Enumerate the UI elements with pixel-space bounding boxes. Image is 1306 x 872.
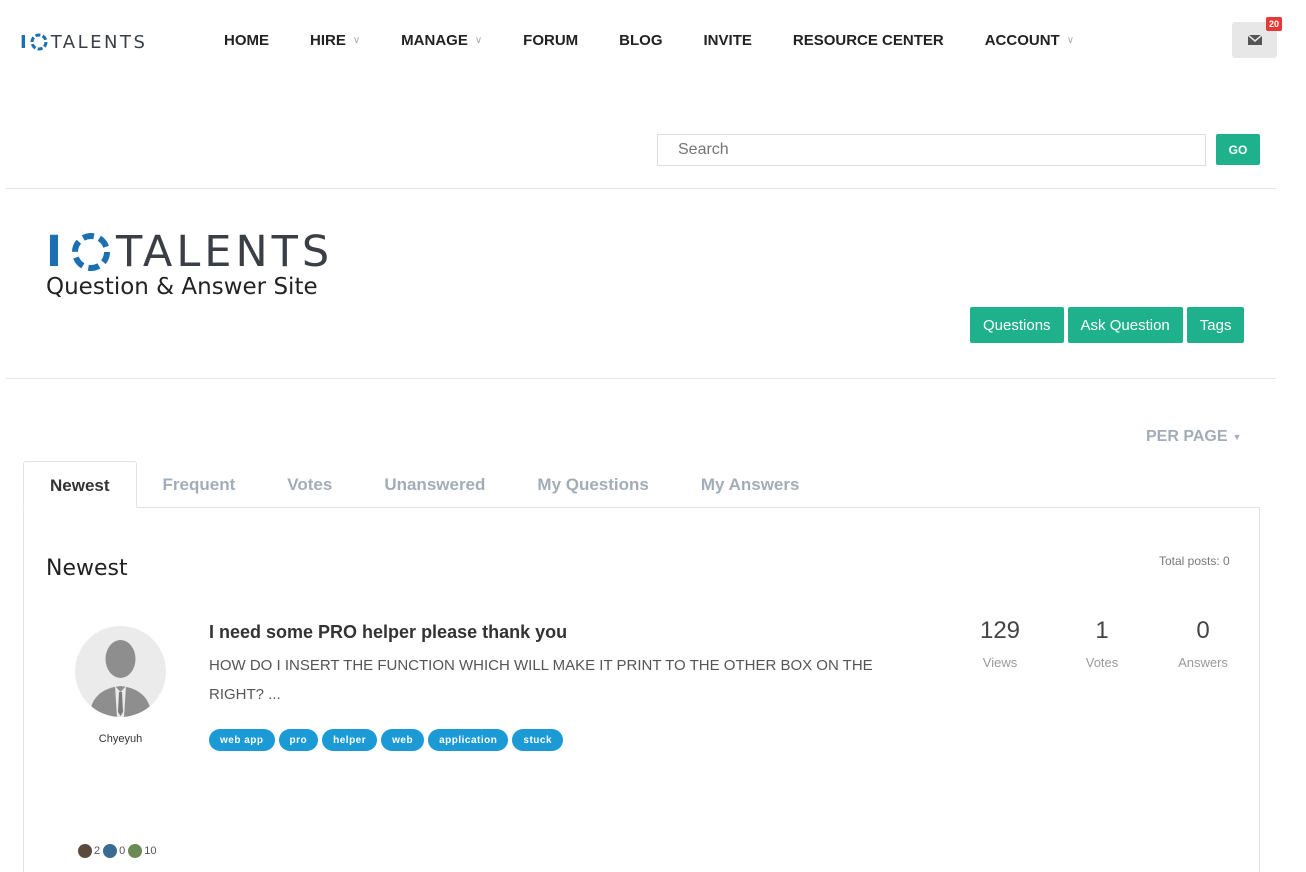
tag[interactable]: web app	[209, 729, 275, 751]
tab-frequent[interactable]: Frequent	[137, 461, 262, 508]
questions-button[interactable]: Questions	[970, 307, 1064, 343]
user-silhouette-icon	[89, 640, 152, 717]
views-count: 129	[979, 617, 1021, 644]
tab-my-answers[interactable]: My Answers	[675, 461, 826, 508]
nav-hire[interactable]: HIRE ∨	[310, 32, 360, 49]
ask-question-button[interactable]: Ask Question	[1067, 307, 1183, 343]
logo-circle-icon	[72, 233, 110, 271]
nav-manage[interactable]: MANAGE ∨	[401, 32, 482, 49]
nav-invite-label: INVITE	[703, 32, 752, 49]
tag[interactable]: helper	[322, 729, 378, 751]
nav-manage-label: MANAGE	[401, 32, 468, 49]
chevron-down-icon: ∨	[1066, 35, 1075, 46]
qa-actions: Questions Ask Question Tags	[970, 307, 1248, 343]
tab-newest[interactable]: Newest	[23, 461, 137, 508]
tag[interactable]: application	[428, 729, 509, 751]
nav-forum-label: FORUM	[523, 32, 579, 49]
divider	[6, 378, 1276, 379]
tags-button[interactable]: Tags	[1186, 307, 1245, 343]
tag[interactable]: stuck	[512, 729, 564, 751]
reputation-badges: 2 0 10	[78, 844, 160, 858]
nav-resource-center-label: RESOURCE CENTER	[792, 32, 944, 49]
avatar[interactable]	[75, 626, 166, 717]
nav-account-label: ACCOUNT	[984, 32, 1060, 49]
message-count-badge: 20	[1266, 17, 1283, 31]
nav-home[interactable]: HOME	[224, 32, 269, 49]
views-label: Views	[982, 655, 1018, 670]
votes-stat: 1 Votes	[1062, 617, 1142, 670]
badge-dot-icon	[103, 844, 118, 858]
author-name[interactable]: Chyeyuh	[60, 733, 181, 745]
nav-invite[interactable]: INVITE	[704, 32, 752, 49]
logo-circle-icon	[30, 33, 48, 51]
brand-logo[interactable]: I TALENTS	[20, 31, 147, 53]
answers-label: Answers	[1178, 655, 1228, 670]
views-stat: 129 Views	[960, 617, 1040, 670]
question-tabs: Newest Frequent Votes Unanswered My Ques…	[23, 461, 825, 508]
post-tags: web app pro helper web application stuck	[209, 729, 567, 751]
qa-logo-i-letter: I	[46, 227, 66, 277]
badge-dot-icon	[128, 844, 143, 858]
tab-unanswered[interactable]: Unanswered	[358, 461, 511, 508]
qa-logo-text: TALENTS	[116, 227, 334, 277]
chevron-down-icon: ∨	[352, 35, 361, 46]
votes-label: Votes	[1085, 655, 1119, 670]
brand-text: TALENTS	[50, 31, 148, 53]
nav-blog[interactable]: BLOG	[619, 32, 662, 49]
top-navigation: I TALENTS HOME HIRE ∨ MANAGE ∨ FORUM BLOG …	[0, 0, 1306, 84]
per-page-label: PER PAGE	[1146, 428, 1228, 445]
badge-count: 10	[144, 845, 157, 857]
logo-i-letter: I	[20, 31, 27, 53]
votes-count: 1	[1095, 617, 1109, 644]
nav-resource-center[interactable]: RESOURCE CENTER	[793, 32, 944, 49]
badge-count: 0	[119, 845, 126, 857]
answers-stat: 0 Answers	[1163, 617, 1243, 670]
chevron-down-icon: ∨	[474, 35, 483, 46]
post-excerpt: HOW DO I INSERT THE FUNCTION WHICH WILL …	[209, 657, 873, 703]
total-posts: Total posts: 0	[1159, 554, 1230, 568]
qa-site-logo: I TALENTS Question & Answer Site	[46, 228, 333, 300]
nav-account[interactable]: ACCOUNT ∨	[985, 32, 1074, 49]
answers-count: 0	[1196, 617, 1210, 644]
tag[interactable]: pro	[278, 729, 319, 751]
badge-dot-icon	[78, 844, 92, 858]
main-menu: HOME HIRE ∨ MANAGE ∨ FORUM BLOG INVITE RES…	[224, 32, 1115, 49]
envelope-icon	[1247, 35, 1262, 45]
per-page-dropdown[interactable]: PER PAGE ▼	[1146, 428, 1241, 446]
qa-logo-title: I TALENTS	[46, 228, 333, 276]
tab-votes[interactable]: Votes	[261, 461, 358, 508]
divider	[6, 188, 1276, 189]
nav-hire-label: HIRE	[310, 32, 346, 49]
post-title[interactable]: I need some PRO helper please thank you	[209, 622, 567, 643]
badge-count: 2	[94, 845, 101, 857]
tab-my-questions[interactable]: My Questions	[511, 461, 674, 508]
search-input[interactable]	[657, 134, 1206, 166]
caret-down-icon: ▼	[1232, 432, 1242, 442]
nav-forum[interactable]: FORUM	[523, 32, 578, 49]
qa-logo-subtitle: Question & Answer Site	[46, 274, 318, 300]
tag[interactable]: web	[381, 729, 425, 751]
search-go-button[interactable]: GO	[1216, 134, 1260, 165]
nav-blog-label: BLOG	[619, 32, 663, 49]
section-title: Newest	[46, 556, 128, 581]
nav-home-label: HOME	[224, 32, 269, 49]
